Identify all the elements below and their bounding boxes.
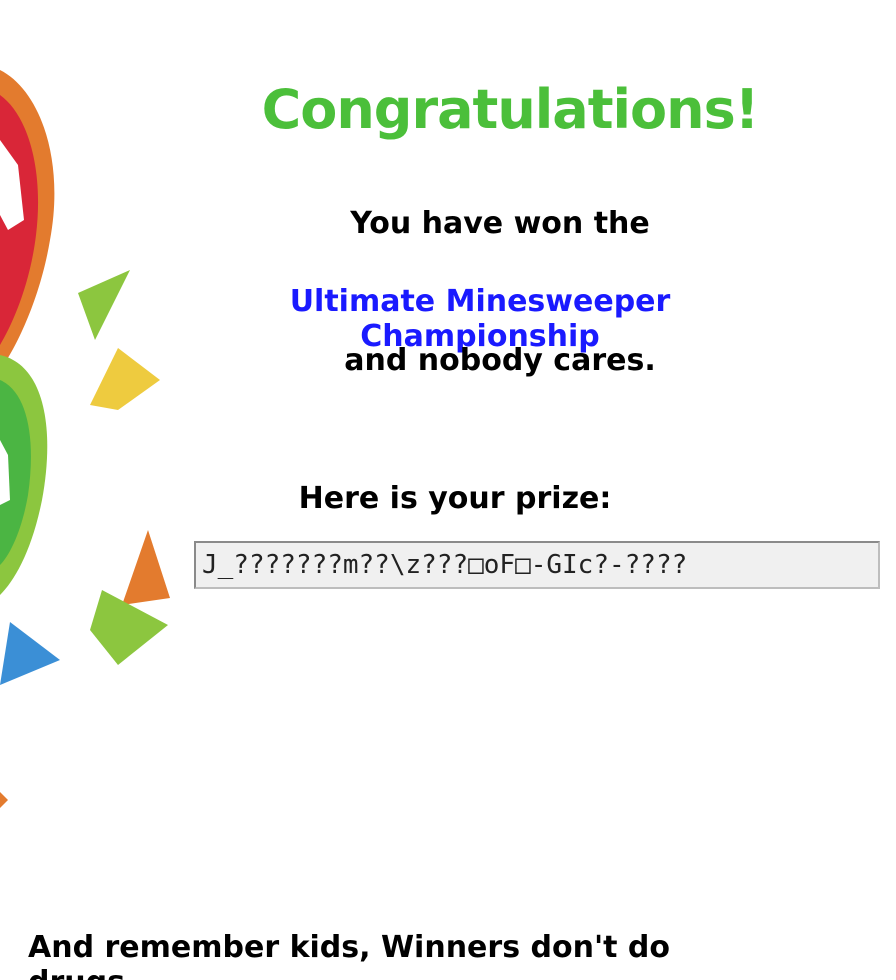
confetti-orange-triangle [122,530,170,605]
certificate-window: Congratulations! You have won the Ultima… [0,0,896,980]
prize-label: Here is your prize: [298,481,612,516]
prize-field[interactable]: J_???????m??\z???□oF□-GIc?-???? [194,541,880,589]
footer-message: And remember kids, Winners don't do drug… [28,930,670,980]
nobody-cares-line: and nobody cares. [344,343,656,378]
confetti-blue-triangle [0,622,60,685]
confetti-yellow-diamond [90,348,160,410]
balloon-decoration [0,70,170,808]
won-line: You have won the [350,206,650,241]
confetti-green-triangle-1 [78,270,130,340]
confetti-orange-sliver [0,792,8,808]
congratulations-title: Congratulations! [261,78,760,141]
